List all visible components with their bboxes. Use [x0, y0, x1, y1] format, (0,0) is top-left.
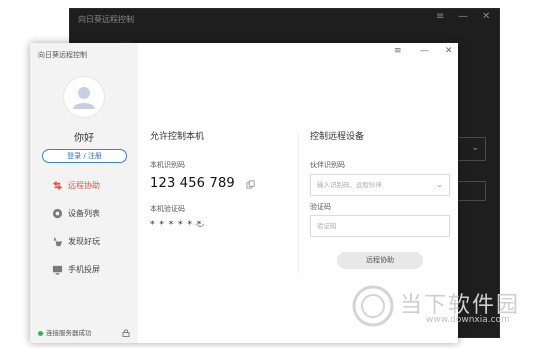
background-menu-icon[interactable]: ≡ — [436, 11, 444, 22]
chevron-down-icon[interactable]: ⌄ — [436, 175, 443, 195]
chevron-down-icon: ⌄ — [471, 143, 479, 153]
background-close-icon[interactable]: ✕ — [482, 11, 490, 22]
status-text: 连接服务器成功 — [46, 329, 92, 337]
status-dot — [38, 330, 43, 336]
minimize-icon[interactable]: — — [420, 46, 429, 56]
sidebar-item-label: 发现好玩 — [68, 237, 100, 246]
copy-icon[interactable] — [246, 180, 255, 189]
partner-id-placeholder: 输入识别码、远程伙伴 — [317, 181, 382, 189]
sidebar-item-screen-cast[interactable]: 手机投屏 — [30, 262, 138, 278]
sidebar-item-label: 远程协助 — [68, 181, 100, 190]
background-minimize-icon[interactable]: — — [458, 11, 468, 22]
local-code-label: 本机验证码 — [150, 205, 185, 213]
device-list-icon — [52, 208, 63, 219]
sidebar-item-discover[interactable]: 发现好玩 — [30, 234, 138, 250]
partner-id-label: 伙伴识别码 — [310, 161, 345, 169]
connection-status: 连接服务器成功 — [38, 327, 92, 337]
sidebar: 向日葵远程控制 你好 登录 / 注册 远程协助 设备列表 发现好玩 手机投屏 连… — [30, 43, 138, 343]
close-icon[interactable]: ✕ — [445, 46, 453, 56]
app-title: 向日葵远程控制 — [38, 51, 87, 59]
sidebar-item-label: 手机投屏 — [68, 265, 100, 274]
verify-code-label: 验证码 — [310, 203, 331, 211]
sidebar-item-label: 设备列表 — [68, 209, 100, 218]
avatar[interactable] — [63, 76, 105, 118]
local-id-value: 123 456 789 — [150, 176, 235, 191]
watermark: 当下软件园 www.downxia.com — [352, 285, 539, 348]
verify-code-placeholder: 验证码 — [317, 222, 337, 230]
local-id-label: 本机识别码 — [150, 161, 185, 169]
remote-assist-icon — [52, 180, 63, 191]
verify-code-input[interactable]: 验证码 — [310, 215, 450, 237]
watermark-url: www.downxia.com — [426, 315, 510, 325]
remote-assist-button[interactable]: 远程协助 — [337, 252, 423, 269]
screen-cast-icon — [52, 265, 63, 275]
watermark-logo-icon — [352, 285, 394, 327]
user-avatar-icon — [73, 87, 95, 109]
background-window-title: 向日葵远程控制 — [78, 15, 134, 24]
allow-control-title: 允许控制本机 — [150, 132, 205, 142]
partner-id-input[interactable]: 输入识别码、远程伙伴 ⌄ — [310, 174, 450, 196]
sidebar-item-device-list[interactable]: 设备列表 — [30, 206, 138, 222]
menu-icon[interactable]: ≡ — [394, 46, 402, 56]
refresh-icon[interactable] — [195, 221, 205, 229]
lock-icon[interactable] — [122, 329, 130, 337]
discover-icon — [53, 236, 63, 247]
section-divider — [298, 133, 299, 273]
login-register-button[interactable]: 登录 / 注册 — [42, 149, 127, 163]
sidebar-item-remote-assist[interactable]: 远程协助 — [30, 178, 138, 194]
remote-control-title: 控制远程设备 — [310, 132, 365, 142]
username: 你好 — [74, 133, 94, 144]
